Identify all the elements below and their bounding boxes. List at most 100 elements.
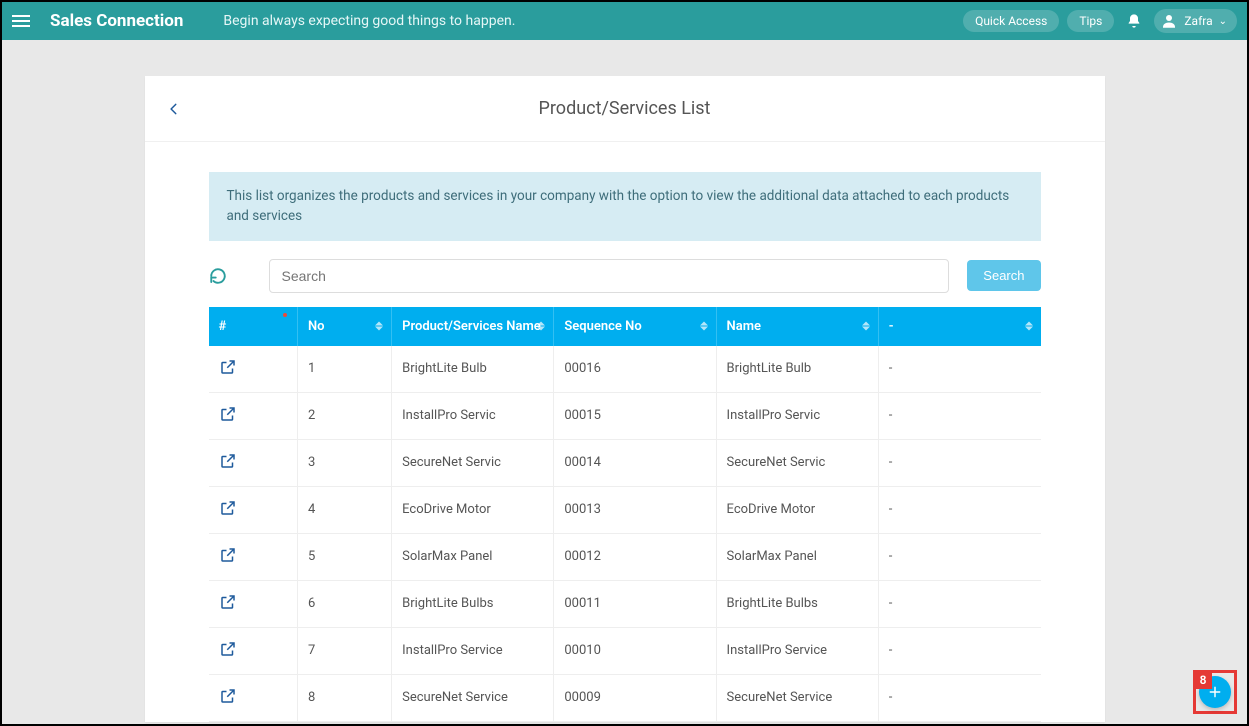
back-icon[interactable]	[167, 102, 181, 116]
cell-dash: -	[878, 674, 1040, 721]
fab-annotation-box: 8	[1193, 670, 1237, 714]
table-row: 6BrightLite Bulbs00011BrightLite Bulbs-	[209, 580, 1041, 627]
main-card: Product/Services List This list organize…	[145, 76, 1105, 722]
cell-name: InstallPro Service	[716, 627, 878, 674]
table-row: 4EcoDrive Motor00013EcoDrive Motor-	[209, 486, 1041, 533]
sort-icon	[537, 322, 545, 331]
cell-name: BrightLite Bulbs	[716, 580, 878, 627]
cell-open	[209, 486, 298, 533]
cell-open	[209, 392, 298, 439]
table: # No Product/Services Name Sequence No N…	[209, 307, 1041, 722]
cell-ps: BrightLite Bulbs	[392, 580, 554, 627]
cell-dash: -	[878, 439, 1040, 486]
table-row: 3SecureNet Servic00014SecureNet Servic-	[209, 439, 1041, 486]
sort-icon	[862, 322, 870, 331]
cell-ps: SolarMax Panel	[392, 533, 554, 580]
cell-name: SolarMax Panel	[716, 533, 878, 580]
cell-no: 3	[297, 439, 391, 486]
table-row: 7InstallPro Service00010InstallPro Servi…	[209, 627, 1041, 674]
cell-name: BrightLite Bulb	[716, 346, 878, 393]
cell-ps: EcoDrive Motor	[392, 486, 554, 533]
info-banner: This list organizes the products and ser…	[209, 172, 1041, 241]
table-row: 8SecureNet Service00009SecureNet Service…	[209, 674, 1041, 721]
refresh-icon[interactable]	[209, 267, 227, 285]
cell-open	[209, 533, 298, 580]
cell-seq: 00016	[554, 346, 716, 393]
cell-open	[209, 674, 298, 721]
cell-seq: 00010	[554, 627, 716, 674]
sort-icon	[1025, 322, 1033, 331]
col-header-name[interactable]: Name	[716, 307, 878, 346]
cell-no: 2	[297, 392, 391, 439]
col-header-dash[interactable]: -	[878, 307, 1040, 346]
tagline-text: Begin always expecting good things to ha…	[223, 13, 515, 29]
open-link-icon[interactable]	[219, 687, 237, 705]
cell-open	[209, 580, 298, 627]
open-link-icon[interactable]	[219, 499, 237, 517]
cell-name: InstallPro Servic	[716, 392, 878, 439]
open-link-icon[interactable]	[219, 405, 237, 423]
search-button[interactable]: Search	[967, 260, 1040, 291]
open-link-icon[interactable]	[219, 358, 237, 376]
cell-no: 1	[297, 346, 391, 393]
menu-icon[interactable]	[12, 10, 34, 32]
bell-icon[interactable]	[1126, 13, 1142, 29]
cell-ps: SecureNet Service	[392, 674, 554, 721]
table-row: 1BrightLite Bulb00016BrightLite Bulb-	[209, 346, 1041, 393]
chevron-down-icon: ⌄	[1219, 16, 1227, 27]
table-row: 2InstallPro Servic00015InstallPro Servic…	[209, 392, 1041, 439]
table-header-row: # No Product/Services Name Sequence No N…	[209, 307, 1041, 346]
cell-no: 6	[297, 580, 391, 627]
cell-ps: SecureNet Servic	[392, 439, 554, 486]
col-header-psname[interactable]: Product/Services Name	[392, 307, 554, 346]
brand-title: Sales Connection	[50, 11, 183, 31]
open-link-icon[interactable]	[219, 546, 237, 564]
cell-no: 8	[297, 674, 391, 721]
col-header-no[interactable]: No	[297, 307, 391, 346]
sort-icon	[700, 322, 708, 331]
table-row: 5SolarMax Panel00012SolarMax Panel-	[209, 533, 1041, 580]
cell-seq: 00011	[554, 580, 716, 627]
cell-dash: -	[878, 580, 1040, 627]
cell-dash: -	[878, 627, 1040, 674]
col-header-hash[interactable]: #	[209, 307, 298, 346]
cell-ps: BrightLite Bulb	[392, 346, 554, 393]
cell-name: SecureNet Service	[716, 674, 878, 721]
open-link-icon[interactable]	[219, 593, 237, 611]
cell-seq: 00012	[554, 533, 716, 580]
card-header: Product/Services List	[145, 76, 1105, 142]
cell-ps: InstallPro Servic	[392, 392, 554, 439]
open-link-icon[interactable]	[219, 640, 237, 658]
quick-access-button[interactable]: Quick Access	[963, 10, 1059, 32]
user-menu[interactable]: Zafra ⌄	[1154, 9, 1237, 33]
tips-button[interactable]: Tips	[1067, 10, 1114, 32]
open-link-icon[interactable]	[219, 452, 237, 470]
topbar: Sales Connection Begin always expecting …	[2, 2, 1247, 40]
cell-seq: 00014	[554, 439, 716, 486]
cell-no: 7	[297, 627, 391, 674]
cell-name: SecureNet Servic	[716, 439, 878, 486]
sort-icon	[375, 322, 383, 331]
cell-no: 5	[297, 533, 391, 580]
cell-open	[209, 627, 298, 674]
controls-row: Search	[209, 259, 1041, 293]
indicator-dot	[283, 313, 287, 317]
cell-dash: -	[878, 346, 1040, 393]
cell-dash: -	[878, 486, 1040, 533]
cell-ps: InstallPro Service	[392, 627, 554, 674]
cell-seq: 00009	[554, 674, 716, 721]
cell-open	[209, 346, 298, 393]
cell-dash: -	[878, 392, 1040, 439]
cell-seq: 00013	[554, 486, 716, 533]
username-label: Zafra	[1184, 14, 1212, 28]
cell-name: EcoDrive Motor	[716, 486, 878, 533]
cell-dash: -	[878, 533, 1040, 580]
annotation-label: 8	[1194, 671, 1212, 689]
col-header-seq[interactable]: Sequence No	[554, 307, 716, 346]
page-title: Product/Services List	[539, 98, 711, 119]
cell-no: 4	[297, 486, 391, 533]
search-input[interactable]	[269, 259, 950, 293]
cell-open	[209, 439, 298, 486]
cell-seq: 00015	[554, 392, 716, 439]
user-icon	[1160, 12, 1178, 30]
